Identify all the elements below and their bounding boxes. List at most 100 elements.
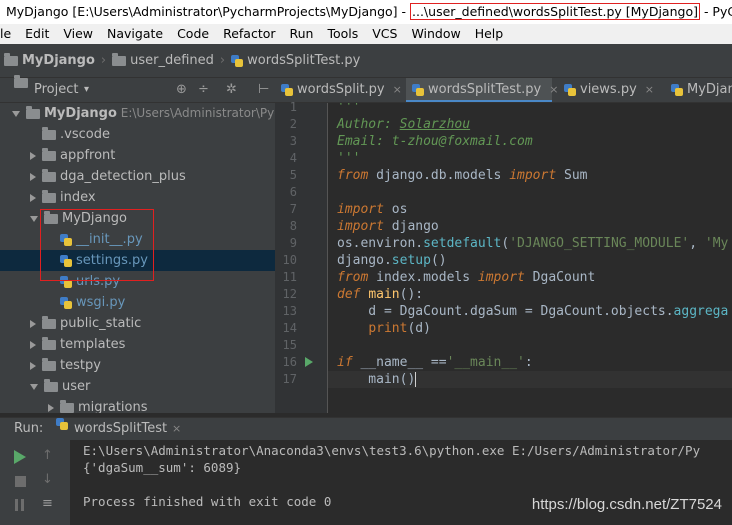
chevron-right-icon[interactable] xyxy=(30,151,36,160)
tree-item[interactable]: wsgi.py xyxy=(0,292,275,313)
project-view-icon xyxy=(14,75,28,88)
menu-help[interactable]: Help xyxy=(475,26,504,41)
project-view-label[interactable]: Project xyxy=(34,78,78,102)
folder-icon xyxy=(42,168,56,182)
arrow-up-icon[interactable]: ↑ xyxy=(42,448,53,463)
menu-navigate[interactable]: Navigate xyxy=(107,26,163,41)
rerun-icon[interactable] xyxy=(14,450,26,464)
run-config-name[interactable]: wordsSplitTest xyxy=(74,418,167,440)
menu-vcs[interactable]: VCS xyxy=(372,26,397,41)
python-file-icon xyxy=(564,83,576,96)
menu-code[interactable]: Code xyxy=(177,26,209,41)
line-number: 17 xyxy=(282,372,297,386)
line-number: 6 xyxy=(289,185,297,199)
console-line: {'dgaSum__sum': 6089} xyxy=(83,460,242,475)
code-line: from django.db.models import Sum xyxy=(337,168,588,183)
breadcrumb-file[interactable]: wordsSplitTest.py xyxy=(247,53,360,68)
folder-icon xyxy=(26,105,40,119)
code-line: ''' xyxy=(337,103,361,115)
code-line: import django xyxy=(337,219,439,234)
chevron-right-icon[interactable] xyxy=(30,193,36,202)
menu-window[interactable]: Window xyxy=(411,26,460,41)
title-suffix: - PyCharm xyxy=(703,4,732,19)
chevron-down-icon[interactable] xyxy=(30,215,38,222)
python-file-icon xyxy=(231,54,244,67)
folder-icon xyxy=(42,189,56,203)
code-line: from index.models import DgaCount xyxy=(337,270,596,285)
code-line: d = DgaCount.dgaSum = DgaCount.objects.a… xyxy=(337,304,729,319)
run-gutter-icon[interactable] xyxy=(305,357,313,367)
tree-item[interactable]: dga_detection_plus xyxy=(0,166,275,187)
chevron-right-icon[interactable] xyxy=(30,172,36,181)
arrow-down-icon[interactable]: ↓ xyxy=(42,472,53,487)
tab-label: views.py xyxy=(580,82,637,97)
menu-edit[interactable]: Edit xyxy=(25,26,49,41)
project-panel-header: Project ▾ ⊕ ÷ ✲ ⊢ xyxy=(0,75,275,103)
close-icon[interactable]: × xyxy=(393,83,402,96)
line-number: 9 xyxy=(289,236,297,250)
console-line: Process finished with exit code 0 xyxy=(83,494,332,509)
code-editor[interactable]: ''' Author: Solarzhou Email: t-zhou@foxm… xyxy=(328,103,732,413)
python-file-icon xyxy=(412,83,424,96)
tree-item[interactable]: user xyxy=(0,376,275,397)
folder-icon xyxy=(42,315,56,329)
tab-wordssplittest[interactable]: wordsSplitTest.py × xyxy=(406,78,558,102)
line-number: 4 xyxy=(289,151,297,165)
chevron-right-icon[interactable] xyxy=(30,361,36,370)
chevron-right-icon[interactable] xyxy=(30,340,36,349)
tree-item-label: user xyxy=(62,379,91,394)
run-panel-header: Run: wordsSplitTest × xyxy=(0,417,732,441)
tree-item[interactable]: MyDjango E:\Users\Administrator\Pych xyxy=(0,103,275,124)
gear-icon[interactable]: ✲ xyxy=(226,78,237,102)
folder-icon xyxy=(60,399,74,413)
console-line: E:\Users\Administrator\Anaconda3\envs\te… xyxy=(83,443,701,458)
code-line: django.setup() xyxy=(337,253,447,268)
chevron-right-icon[interactable] xyxy=(30,319,36,328)
title-highlight: ...\user_defined\wordsSplitTest.py [MyDj… xyxy=(410,3,700,20)
tree-item-label: public_static xyxy=(60,316,142,331)
breadcrumb-project[interactable]: MyDjango xyxy=(22,53,95,68)
chevron-right-icon: › xyxy=(100,53,107,68)
code-line: Email: t-zhou@foxmail.com xyxy=(337,134,533,149)
line-number: 15 xyxy=(282,338,297,352)
annotation-highlight-box xyxy=(40,209,154,281)
tree-item-label: index xyxy=(60,190,96,205)
close-icon[interactable]: × xyxy=(645,83,654,96)
chevron-down-icon[interactable] xyxy=(30,383,38,390)
tab-mydjango[interactable]: MyDjang xyxy=(665,78,732,102)
code-line: if __name__ =='__main__': xyxy=(337,355,533,370)
hide-icon[interactable]: ⊢ xyxy=(258,78,269,102)
code-line: os.environ.setdefault('DJANGO_SETTING_MO… xyxy=(337,236,729,251)
pause-icon[interactable] xyxy=(15,499,18,511)
tree-item[interactable]: templates xyxy=(0,334,275,355)
tree-item[interactable]: migrations xyxy=(0,397,275,413)
target-icon[interactable]: ⊕ xyxy=(176,78,187,102)
soft-wrap-icon[interactable]: ≡ xyxy=(42,496,53,511)
menu-view[interactable]: View xyxy=(63,26,93,41)
line-number: 1 xyxy=(289,100,297,114)
chevron-right-icon[interactable] xyxy=(48,403,54,412)
python-file-icon xyxy=(60,296,72,309)
menu-tools[interactable]: Tools xyxy=(327,26,358,41)
chevron-down-icon[interactable] xyxy=(12,110,20,117)
close-icon[interactable]: × xyxy=(172,418,181,440)
chevron-down-icon[interactable]: ▾ xyxy=(84,78,89,102)
menu-run[interactable]: Run xyxy=(290,26,314,41)
editor-tab-bar: wordsSplit.py × wordsSplitTest.py × views.… xyxy=(275,78,732,103)
collapse-icon[interactable]: ÷ xyxy=(198,78,209,102)
stop-icon[interactable] xyxy=(15,476,26,487)
menu-refactor[interactable]: Refactor xyxy=(223,26,275,41)
tree-item[interactable]: .vscode xyxy=(0,124,275,145)
run-toolbar: ↑ ↓ ≡ xyxy=(0,440,70,525)
tab-views[interactable]: views.py × xyxy=(558,78,673,102)
menu-file[interactable]: le xyxy=(0,26,11,41)
line-number: 10 xyxy=(282,253,297,267)
tree-item[interactable]: appfront xyxy=(0,145,275,166)
menu-bar: le Edit View Navigate Code Refactor Run … xyxy=(0,24,732,44)
folder-icon xyxy=(112,52,127,66)
code-line: Author: Solarzhou xyxy=(337,117,471,132)
tree-item[interactable]: index xyxy=(0,187,275,208)
tree-item[interactable]: public_static xyxy=(0,313,275,334)
breadcrumb-folder[interactable]: user_defined xyxy=(130,53,214,68)
tree-item[interactable]: testpy xyxy=(0,355,275,376)
